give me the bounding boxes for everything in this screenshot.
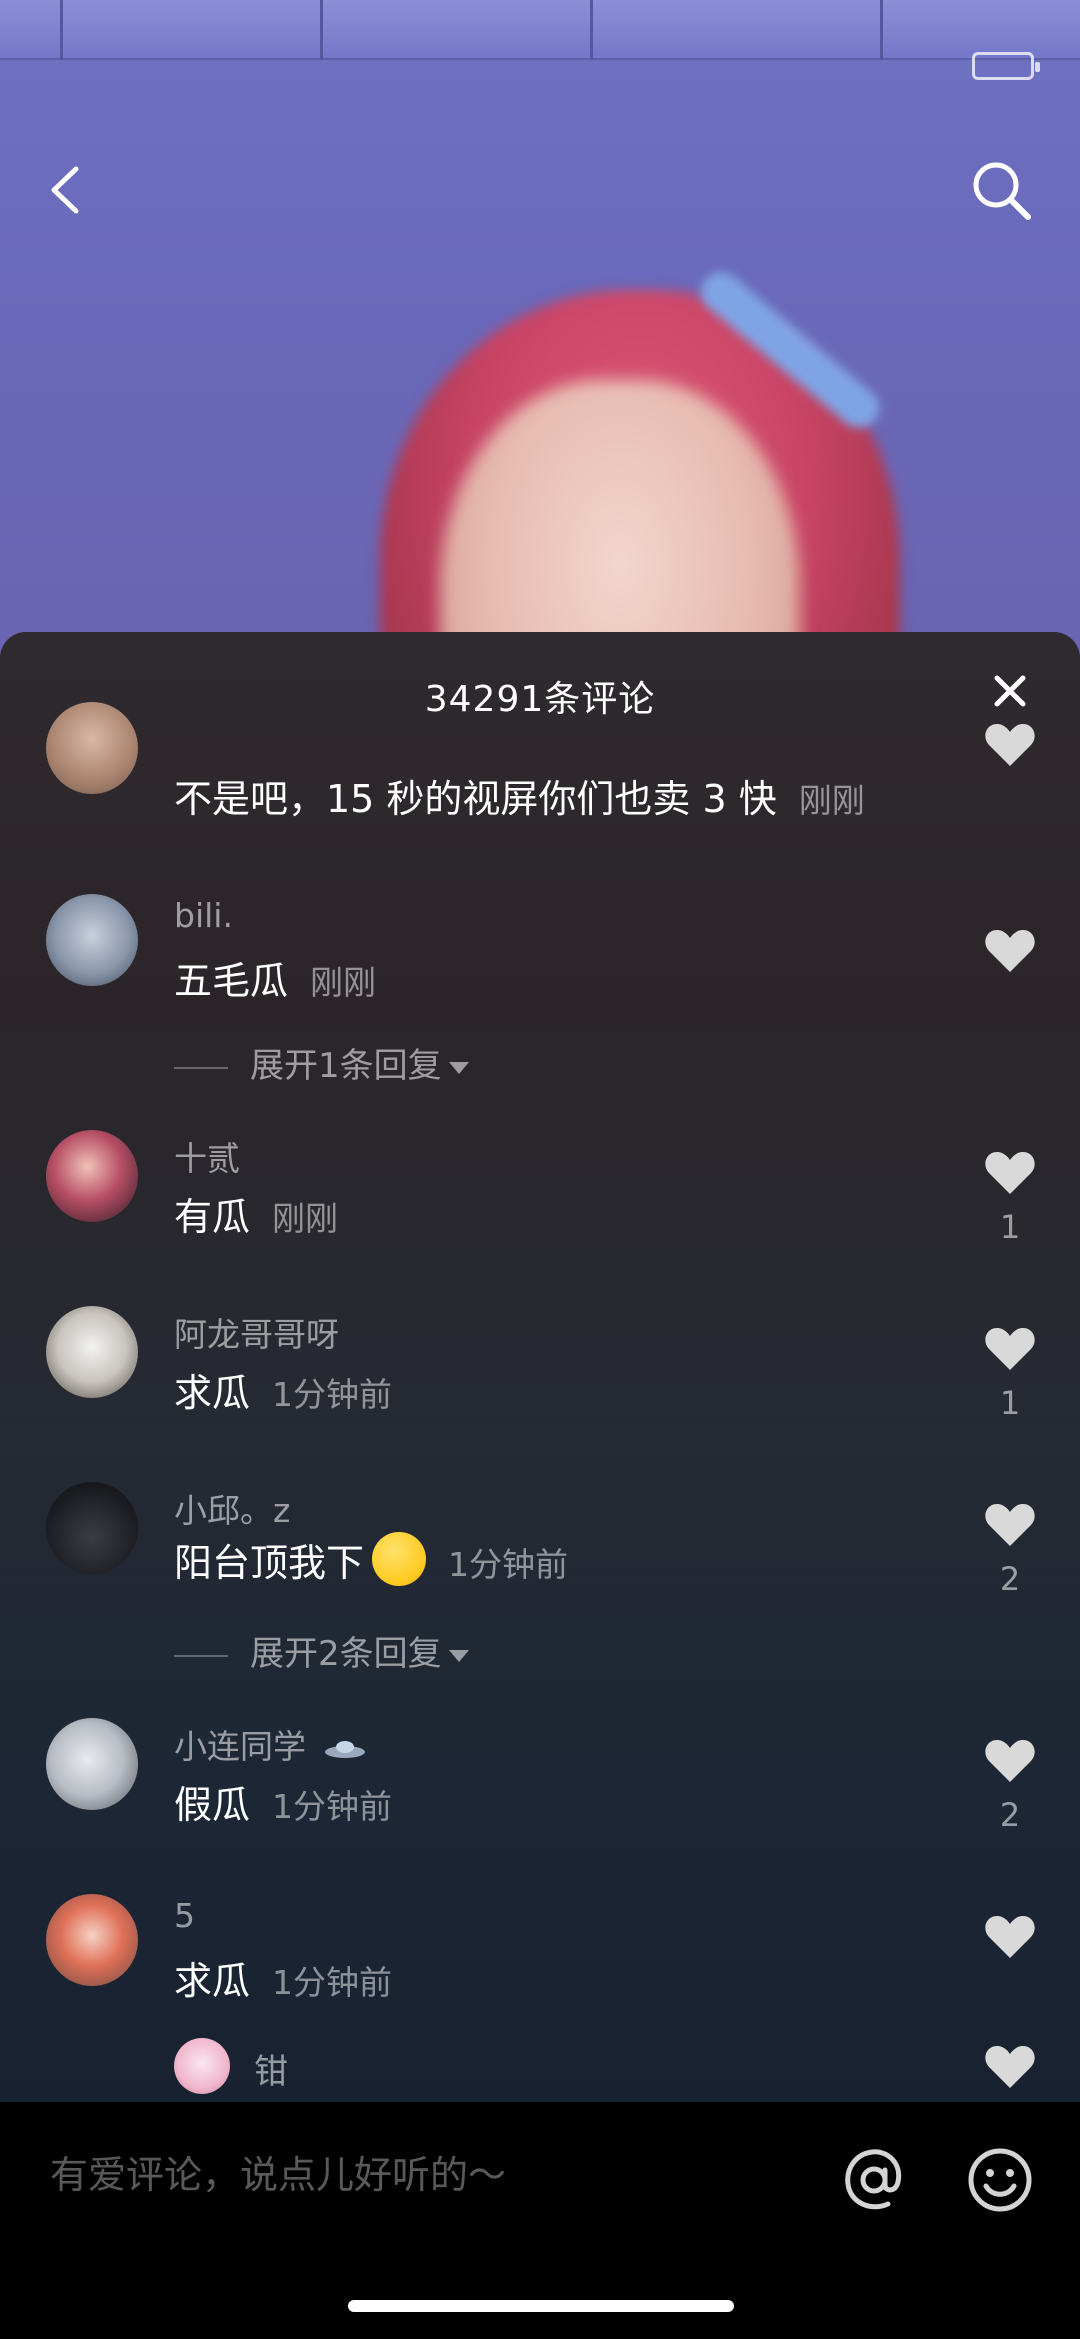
like-button[interactable]: 2 [978,1502,1042,1598]
comment-time: 1分钟前 [448,1545,569,1584]
like-count: 2 [999,1796,1021,1834]
like-button[interactable]: 1 [978,1326,1042,1422]
comment-time: 刚刚 [798,781,865,820]
emoji-button[interactable] [964,2144,1036,2216]
comment-panel: 34291条评论 不是吧，15 秒的视屏你们也卖 3 快刚刚 bili. 五毛瓜… [0,632,1080,2102]
comment-text: 五毛瓜 刚刚 [174,959,377,1003]
caret-down-icon [448,1649,469,1662]
comment-time: 1分钟前 [272,1963,393,2002]
ceiling [0,0,1080,60]
heart-icon [985,929,1035,972]
close-icon [994,675,1026,707]
like-button[interactable]: 1 [978,1150,1042,1246]
close-button[interactable] [985,666,1035,716]
like-count: 1 [999,1208,1021,1246]
search-icon [973,162,1031,220]
comment-text: 不是吧，15 秒的视屏你们也卖 3 快刚刚 [174,777,865,821]
comment-text: 阳台顶我下 1分钟前 [174,1532,568,1587]
back-button[interactable] [32,155,102,225]
heart-icon [985,1503,1035,1546]
avatar[interactable] [46,1306,138,1398]
heart-icon [985,1915,1035,1958]
avatar[interactable] [174,2038,230,2094]
comment-text: 求瓜 1分钟前 [174,1959,393,2003]
smiley-icon [968,2148,1032,2212]
comment-username[interactable]: 十贰 [174,1132,240,1180]
comment-item[interactable]: 十贰 有瓜 刚刚 1 [0,1130,1080,1260]
avatar[interactable] [46,1894,138,1986]
reply-username[interactable]: 钳 [254,2044,288,2093]
divider [174,1654,228,1657]
search-button[interactable] [966,155,1036,225]
avatar[interactable] [46,1130,138,1222]
caret-down-icon [448,1061,469,1074]
comment-username[interactable]: bili. [174,896,233,935]
divider [174,1066,228,1069]
ufo-icon [324,1740,365,1758]
comment-username[interactable]: 5 [174,1896,195,1935]
expand-replies-button[interactable]: 展开1条回复 [174,1038,470,1087]
like-button[interactable]: 2 [978,1738,1042,1834]
reply-item[interactable]: 钳 [0,2032,1080,2102]
comment-username[interactable]: 阿龙哥哥呀 [174,1308,339,1356]
battery-icon [972,52,1040,80]
comment-text: 假瓜 1分钟前 [174,1783,393,1827]
comment-count-title: 34291条评论 [424,679,656,720]
heart-icon [985,1327,1035,1370]
chevron-left-icon [51,166,79,214]
heart-icon [985,1739,1035,1782]
comment-item[interactable]: bili. 五毛瓜 刚刚 [0,894,1080,1024]
comment-input[interactable]: 有爱评论，说点儿好听的～ [50,2144,506,2199]
avatar[interactable] [46,1718,138,1810]
heart-icon [985,723,1035,766]
comment-text: 求瓜 1分钟前 [174,1371,393,1415]
like-button[interactable] [978,722,1042,768]
heart-icon [985,1151,1035,1194]
like-count: 2 [999,1560,1021,1598]
like-button[interactable] [978,1914,1042,1960]
like-button[interactable] [978,2044,1042,2090]
at-icon [845,2149,902,2210]
avatar[interactable] [46,894,138,986]
comment-panel-header: 34291条评论 [0,632,1080,744]
comment-item[interactable]: 小连同学 假瓜 1分钟前 2 [0,1718,1080,1848]
heart-icon [985,2045,1035,2088]
comment-text: 有瓜 刚刚 [174,1195,339,1239]
comment-time: 1分钟前 [272,1375,393,1414]
like-count: 1 [999,1384,1021,1422]
video-background[interactable] [0,0,1080,700]
mention-button[interactable] [838,2144,910,2216]
comment-time: 刚刚 [310,963,377,1002]
comment-item[interactable]: 阿龙哥哥呀 求瓜 1分钟前 1 [0,1306,1080,1436]
comment-item[interactable]: 5 求瓜 1分钟前 [0,1894,1080,2024]
avatar[interactable] [46,702,138,794]
comment-time: 刚刚 [272,1199,339,1238]
comment-username[interactable]: 小连同学 [174,1720,367,1768]
comment-item[interactable]: 小邱。z 阳台顶我下 1分钟前 2 [0,1482,1080,1612]
comment-username[interactable]: 小邱。z [174,1484,290,1532]
avatar[interactable] [46,1482,138,1574]
like-button[interactable] [978,928,1042,974]
expand-replies-button[interactable]: 展开2条回复 [174,1626,470,1675]
grin-emoji [372,1532,427,1586]
comment-item[interactable]: 不是吧，15 秒的视屏你们也卖 3 快刚刚 [0,702,1080,842]
comment-time: 1分钟前 [272,1787,393,1826]
home-indicator[interactable] [348,2300,734,2312]
